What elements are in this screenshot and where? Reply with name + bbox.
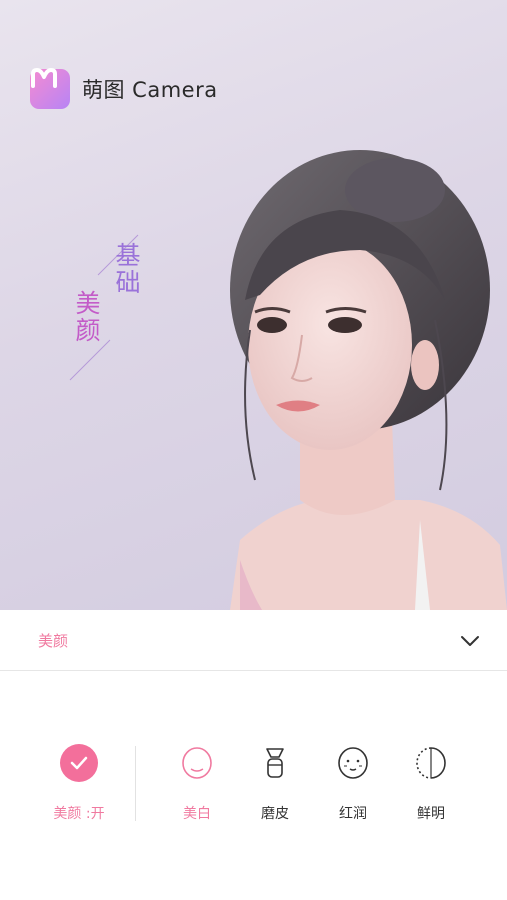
app-name: 萌图 Camera <box>82 78 218 102</box>
whiten-option[interactable]: 美白 <box>162 743 232 823</box>
divider <box>135 746 136 821</box>
app-brand: 萌图 Camera <box>30 68 218 110</box>
whiten-label: 美白 <box>183 806 211 822</box>
rosy-face-icon <box>338 747 368 779</box>
beauty-panel-header: 美颜 <box>0 610 507 671</box>
tagline-beauty: 美颜 <box>72 290 101 344</box>
vivid-option[interactable]: 鲜明 <box>396 743 466 823</box>
beauty-toggle-button[interactable]: 美颜 :开 <box>44 743 114 823</box>
face-whiten-icon <box>182 747 212 779</box>
smooth-skin-brush-icon <box>266 748 284 778</box>
rosy-label: 红润 <box>339 806 367 822</box>
smooth-skin-label: 磨皮 <box>261 806 289 822</box>
rosy-option[interactable]: 红润 <box>318 743 388 823</box>
vivid-half-face-icon <box>416 747 446 779</box>
tagline-basic: 基础 <box>112 242 141 296</box>
photo-preview: 萌图 Camera 基础 美颜 <box>0 0 507 610</box>
chevron-down-icon <box>461 636 479 646</box>
collapse-panel-button[interactable] <box>455 626 485 656</box>
beauty-toggle-label: 美颜 :开 <box>53 806 105 822</box>
check-icon <box>60 744 98 782</box>
beauty-controls: 美颜 :开 美白 磨皮 红润 鲜明 <box>0 671 507 900</box>
vivid-label: 鲜明 <box>417 806 445 822</box>
app-logo-icon <box>30 68 70 109</box>
panel-title: 美颜 <box>38 632 69 650</box>
smooth-skin-option[interactable]: 磨皮 <box>240 743 310 823</box>
